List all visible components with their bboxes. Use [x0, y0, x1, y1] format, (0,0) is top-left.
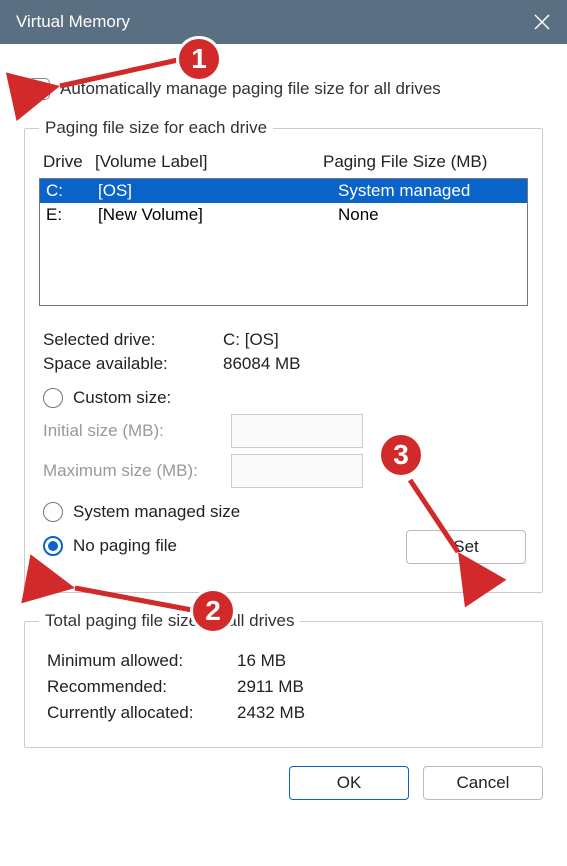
set-button[interactable]: Set	[406, 530, 526, 564]
custom-size-label: Custom size:	[73, 388, 171, 408]
auto-manage-checkbox[interactable]	[28, 78, 50, 100]
drive-paging: None	[338, 205, 521, 225]
maximum-size-label: Maximum size (MB):	[43, 461, 231, 481]
close-icon[interactable]	[533, 13, 551, 31]
header-paging: Paging File Size (MB)	[323, 152, 528, 172]
min-allowed-value: 16 MB	[237, 651, 286, 671]
no-paging-radio[interactable]	[43, 536, 63, 556]
no-paging-label: No paging file	[73, 536, 177, 556]
totals-group: Total paging file size for all drives Mi…	[24, 611, 543, 748]
drive-label: [OS]	[98, 181, 338, 201]
space-available-label: Space available:	[43, 354, 223, 374]
drive-row[interactable]: C: [OS] System managed	[40, 179, 527, 203]
min-allowed-label: Minimum allowed:	[47, 651, 237, 671]
drive-label: [New Volume]	[98, 205, 338, 225]
currently-allocated-value: 2432 MB	[237, 703, 305, 723]
ok-button[interactable]: OK	[289, 766, 409, 800]
selected-drive-value: C: [OS]	[223, 330, 279, 350]
initial-size-label: Initial size (MB):	[43, 421, 231, 441]
maximum-size-input	[231, 454, 363, 488]
header-volume: [Volume Label]	[95, 152, 323, 172]
initial-size-input	[231, 414, 363, 448]
drive-row[interactable]: E: [New Volume] None	[40, 203, 527, 227]
drive-group-legend: Paging file size for each drive	[39, 118, 273, 138]
cancel-button[interactable]: Cancel	[423, 766, 543, 800]
drive-group: Paging file size for each drive Drive [V…	[24, 118, 543, 593]
currently-allocated-label: Currently allocated:	[47, 703, 237, 723]
drive-paging: System managed	[338, 181, 521, 201]
drive-letter: C:	[46, 181, 98, 201]
recommended-value: 2911 MB	[237, 677, 304, 697]
space-available-value: 86084 MB	[223, 354, 301, 374]
drive-headers: Drive [Volume Label] Paging File Size (M…	[43, 152, 528, 172]
titlebar: Virtual Memory	[0, 0, 567, 44]
drive-list[interactable]: C: [OS] System managed E: [New Volume] N…	[39, 178, 528, 306]
header-drive: Drive	[43, 152, 95, 172]
selected-drive-label: Selected drive:	[43, 330, 223, 350]
auto-manage-label: Automatically manage paging file size fo…	[60, 79, 441, 99]
custom-size-radio[interactable]	[43, 388, 63, 408]
recommended-label: Recommended:	[47, 677, 237, 697]
system-managed-radio[interactable]	[43, 502, 63, 522]
drive-letter: E:	[46, 205, 98, 225]
totals-legend: Total paging file size for all drives	[39, 611, 300, 631]
system-managed-label: System managed size	[73, 502, 240, 522]
window-title: Virtual Memory	[16, 12, 130, 32]
